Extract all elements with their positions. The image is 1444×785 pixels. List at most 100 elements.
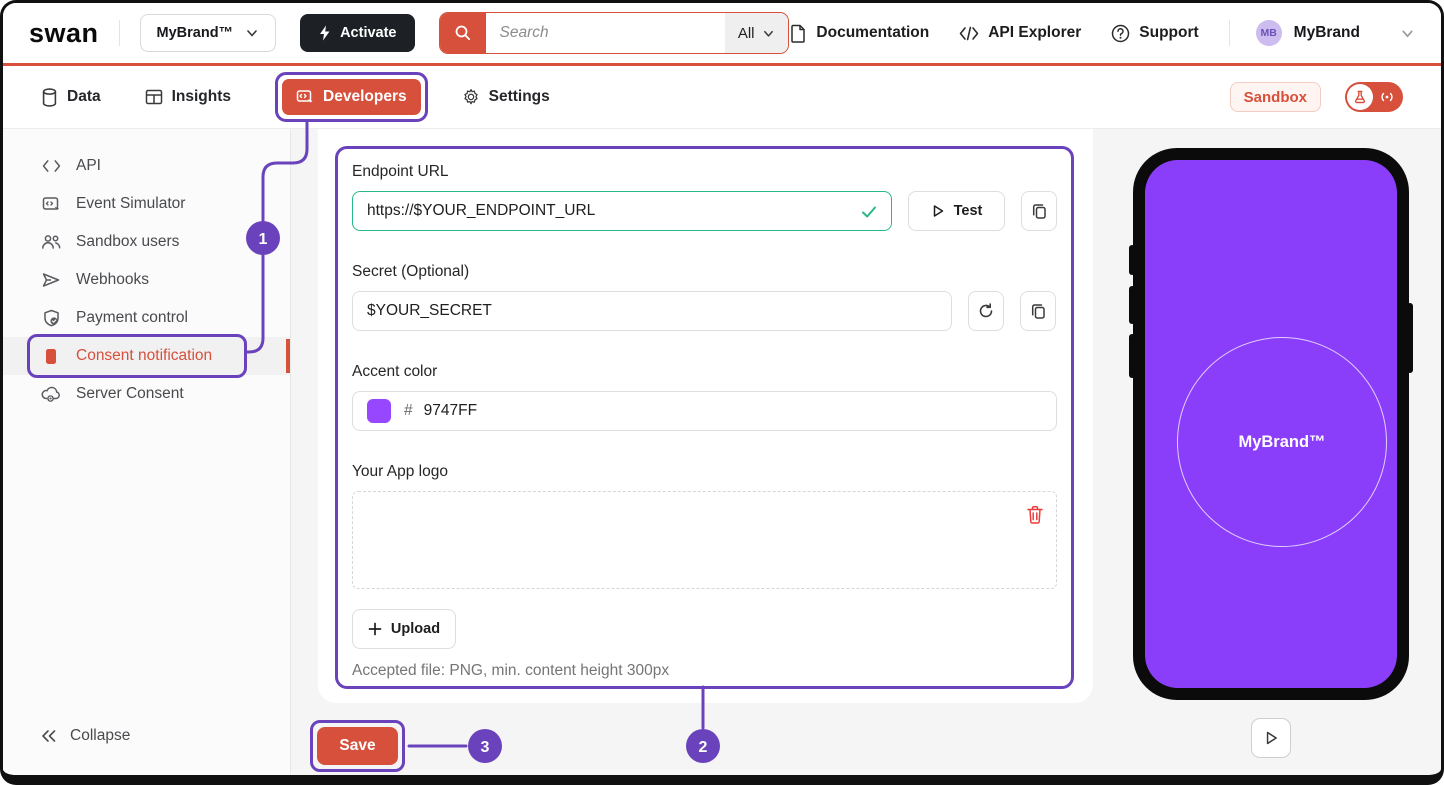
- copy-icon: [1032, 203, 1047, 220]
- sidebar-item-label: Payment control: [76, 309, 188, 327]
- copy-secret-button[interactable]: [1020, 291, 1056, 331]
- plus-icon: [368, 622, 382, 636]
- copy-endpoint-button[interactable]: [1021, 191, 1057, 231]
- topbar-divider: [119, 20, 120, 46]
- endpoint-url-label: Endpoint URL: [352, 163, 1057, 181]
- users-icon: [41, 234, 61, 250]
- save-button[interactable]: Save: [317, 727, 398, 765]
- refresh-icon: [978, 303, 994, 319]
- chevron-down-icon: [245, 26, 259, 40]
- project-selector-label: MyBrand™: [157, 25, 234, 41]
- sidebar: API Event Simulator Sandbox users Webhoo…: [3, 129, 291, 775]
- sidebar-item-event-simulator[interactable]: Event Simulator: [3, 185, 290, 223]
- tab-data-label: Data: [67, 88, 101, 106]
- live-signal-icon: [1378, 89, 1396, 105]
- swan-logo: swan: [29, 18, 99, 49]
- search-accent: [440, 13, 486, 53]
- search-bar: All: [439, 12, 789, 54]
- copy-icon: [1031, 303, 1046, 320]
- chevron-down-icon: [1400, 26, 1415, 41]
- sidebar-item-payment-control[interactable]: Payment control: [3, 299, 290, 337]
- search-icon: [454, 24, 472, 42]
- tab-developers[interactable]: Developers: [282, 79, 421, 115]
- phone-icon: [41, 348, 61, 365]
- sidebar-item-server-consent[interactable]: Server Consent: [3, 375, 290, 413]
- endpoint-section: Endpoint URL Test: [352, 163, 1057, 231]
- secret-label: Secret (Optional): [352, 263, 1057, 281]
- upload-button[interactable]: Upload: [352, 609, 456, 649]
- database-icon: [41, 88, 58, 107]
- environment-toggle[interactable]: [1345, 82, 1403, 112]
- sidebar-item-api[interactable]: API: [3, 147, 290, 185]
- guide-step-2-marker: [686, 729, 720, 763]
- sidebar-item-webhooks[interactable]: Webhooks: [3, 261, 290, 299]
- preview-brand-name: MyBrand™: [1238, 433, 1325, 452]
- secret-input[interactable]: [367, 302, 937, 320]
- upload-hint: Accepted file: PNG, min. content height …: [352, 662, 1057, 680]
- documentation-label: Documentation: [816, 24, 929, 42]
- phone-side-button: [1129, 286, 1135, 324]
- send-icon: [41, 272, 61, 288]
- app-logo-section: Your App logo Upload Accepted file: PNG,…: [352, 463, 1057, 680]
- project-selector[interactable]: MyBrand™: [140, 14, 277, 52]
- api-explorer-link[interactable]: API Explorer: [959, 24, 1081, 42]
- endpoint-url-input[interactable]: [367, 202, 877, 220]
- accent-color-label: Accent color: [352, 363, 1057, 381]
- account-name: MyBrand: [1294, 24, 1360, 42]
- activate-button[interactable]: Activate: [300, 14, 414, 52]
- app-logo-label: Your App logo: [352, 463, 1057, 481]
- topbar: swan MyBrand™ Activate All Documentation: [3, 3, 1441, 63]
- shield-check-icon: [41, 309, 61, 327]
- main-nav: Data Insights Developers Settings Sandbo…: [3, 63, 1441, 129]
- secret-field: [352, 291, 952, 331]
- sidebar-item-consent-notification[interactable]: Consent notification: [3, 337, 290, 375]
- endpoint-url-field: [352, 191, 892, 231]
- sidebar-item-sandbox-users[interactable]: Sandbox users: [3, 223, 290, 261]
- sidebar-item-label: API: [76, 157, 101, 175]
- gear-icon: [462, 88, 480, 106]
- tab-insights[interactable]: Insights: [145, 88, 231, 106]
- delete-logo-button[interactable]: [1026, 505, 1044, 528]
- brand-circle: MyBrand™: [1177, 337, 1387, 547]
- documentation-link[interactable]: Documentation: [790, 24, 929, 43]
- test-endpoint-button[interactable]: Test: [908, 191, 1005, 231]
- accent-color-section: Accent color #: [352, 363, 1057, 431]
- developers-icon: [296, 89, 314, 105]
- color-swatch[interactable]: [367, 399, 391, 423]
- help-icon: [1111, 24, 1130, 43]
- logo-dropzone[interactable]: [352, 491, 1057, 589]
- environment-badge: Sandbox: [1230, 82, 1321, 112]
- double-chevron-left-icon: [41, 729, 57, 743]
- guide-outline-developers: Developers: [275, 72, 428, 122]
- upload-label: Upload: [391, 621, 440, 637]
- sidebar-item-label: Consent notification: [76, 347, 212, 365]
- sidebar-item-label: Webhooks: [76, 271, 149, 289]
- accent-color-input[interactable]: [424, 402, 1042, 420]
- search-scope-select[interactable]: All: [725, 13, 788, 53]
- hash-prefix: #: [404, 402, 413, 420]
- content-card: Endpoint URL Test Secret (Opt: [318, 129, 1093, 703]
- tab-settings[interactable]: Settings: [462, 88, 550, 106]
- phone-side-button: [1129, 245, 1135, 275]
- phone-screen: MyBrand™: [1145, 160, 1397, 688]
- accent-color-field: #: [352, 391, 1057, 431]
- guide-step-3-marker: [468, 729, 502, 763]
- sidebar-item-label: Sandbox users: [76, 233, 179, 251]
- cloud-icon: [41, 386, 61, 402]
- secret-section: Secret (Optional): [352, 263, 1057, 331]
- collapse-button[interactable]: Collapse: [41, 727, 130, 745]
- tab-data[interactable]: Data: [41, 88, 101, 107]
- regenerate-secret-button[interactable]: [968, 291, 1004, 331]
- code-icon: [41, 159, 61, 173]
- tab-insights-label: Insights: [172, 88, 231, 106]
- sidebar-item-label: Event Simulator: [76, 195, 185, 213]
- phone-mockup: MyBrand™: [1133, 148, 1409, 700]
- preview-play-button[interactable]: [1251, 718, 1291, 758]
- search-input[interactable]: [486, 13, 725, 53]
- chevron-down-icon: [762, 27, 775, 40]
- support-link[interactable]: Support: [1111, 24, 1198, 43]
- test-label: Test: [954, 203, 983, 219]
- sidebar-item-label: Server Consent: [76, 385, 184, 403]
- event-simulator-icon: [41, 196, 61, 212]
- account-menu[interactable]: MB MyBrand: [1229, 20, 1415, 46]
